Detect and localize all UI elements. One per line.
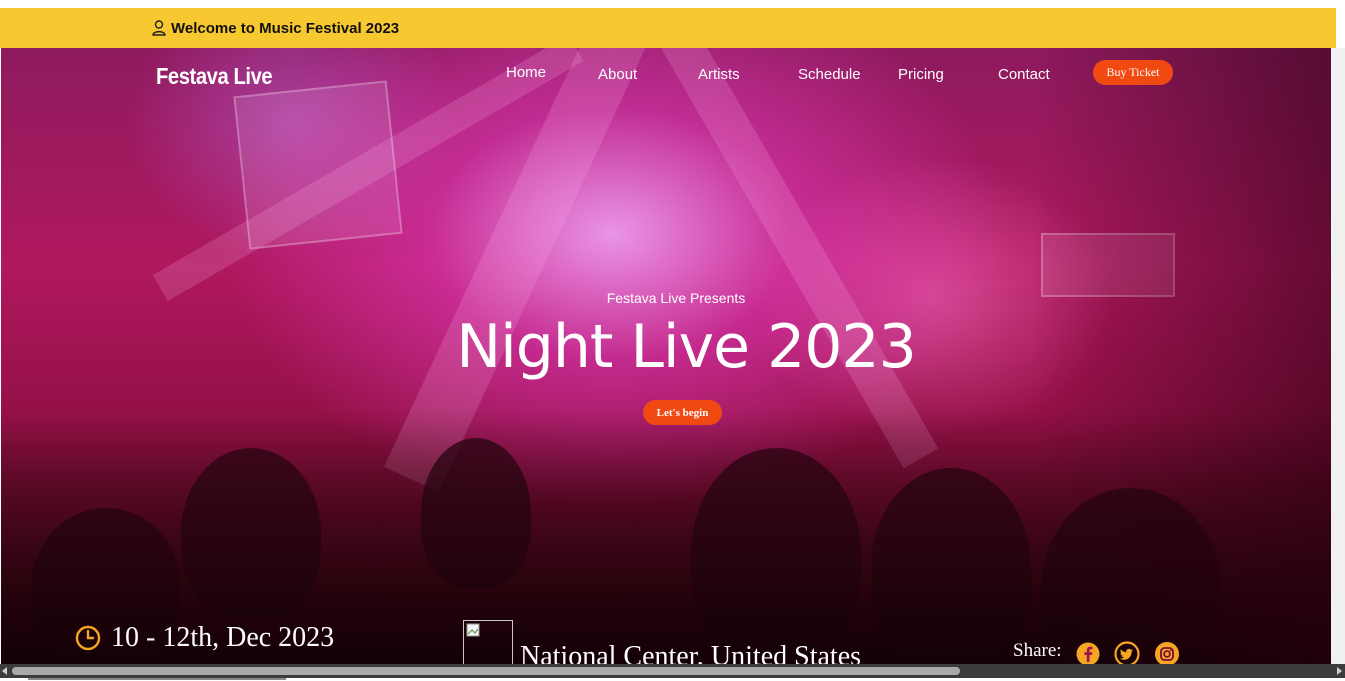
- scroll-left-icon[interactable]: [2, 667, 7, 675]
- nav-link-contact[interactable]: Contact: [998, 66, 1050, 83]
- scroll-right-icon[interactable]: [1337, 667, 1342, 675]
- horizontal-scrollbar[interactable]: [0, 664, 1345, 678]
- nav-link-about[interactable]: About: [598, 66, 637, 83]
- announcement-bar: Welcome to Music Festival 2023: [0, 8, 1336, 48]
- nav-link-pricing[interactable]: Pricing: [898, 66, 944, 83]
- buy-ticket-button[interactable]: Buy Ticket: [1093, 60, 1173, 85]
- lets-begin-button[interactable]: Let's begin: [643, 400, 722, 425]
- user-icon: [152, 20, 166, 36]
- nav-link-artists[interactable]: Artists: [698, 66, 740, 83]
- hero-title: Night Live 2023: [456, 312, 917, 382]
- nav-link-home[interactable]: Home: [506, 64, 546, 81]
- stage-light-rig: [233, 80, 403, 250]
- clock-icon: [75, 625, 101, 651]
- event-date-text: 10 - 12th, Dec 2023: [111, 622, 335, 653]
- site-logo[interactable]: Festava Live: [156, 63, 273, 90]
- broken-image-icon: [466, 623, 480, 637]
- share-label: Share:: [1013, 640, 1062, 661]
- vertical-scrollbar[interactable]: [1331, 48, 1345, 666]
- divider: [28, 678, 286, 680]
- event-date: 10 - 12th, Dec 2023: [75, 622, 334, 654]
- welcome-text: Welcome to Music Festival 2023: [171, 19, 400, 37]
- hero-presents: Festava Live Presents: [606, 290, 746, 306]
- nav-link-schedule[interactable]: Schedule: [798, 66, 861, 83]
- page-viewport: Welcome to Music Festival 2023 Festava L…: [0, 0, 1345, 681]
- scrollbar-thumb[interactable]: [12, 667, 960, 675]
